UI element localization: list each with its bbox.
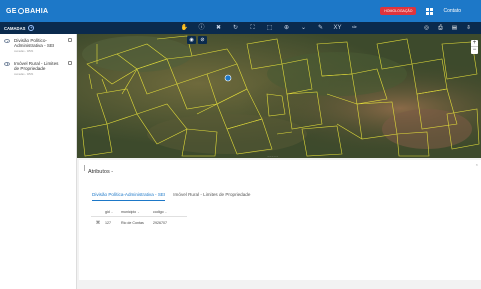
panel-title: Atributos - xyxy=(88,169,114,175)
layer-subtitle: camadas - WMS xyxy=(14,73,34,77)
layer-title: Imóvel Rural - Limites de Propriedade xyxy=(14,60,59,71)
attributes-card: × Atributos - Divisão Política-Administr… xyxy=(79,160,481,280)
layers-sidebar: Divisão Político-Administrativa - SEI ca… xyxy=(0,34,77,289)
refresh-icon[interactable]: ↻ xyxy=(231,22,240,34)
brand-text-right: BAHIA xyxy=(24,7,49,15)
tab-imovel-rural[interactable]: Imóvel Rural - Limites de Propriedade xyxy=(173,190,250,201)
attributes-panel: × Atributos - Divisão Política-Administr… xyxy=(77,158,481,289)
xy-icon[interactable]: XY xyxy=(333,22,342,34)
zoom-out-button[interactable]: − xyxy=(471,47,478,54)
add-layer-icon[interactable]: + xyxy=(28,25,35,31)
map-mode-button-2[interactable]: ⊘ xyxy=(198,36,207,44)
contact-link[interactable]: Contato xyxy=(443,8,461,14)
measure-icon[interactable]: ✎ xyxy=(316,22,325,34)
layer-options-icon[interactable] xyxy=(68,38,72,42)
cell-gid: 127 xyxy=(105,221,111,225)
layers-icon[interactable]: ◎ xyxy=(422,22,431,34)
satellite-imagery xyxy=(77,34,481,158)
apps-grid-icon[interactable] xyxy=(426,7,434,15)
visibility-eye-icon[interactable] xyxy=(4,39,10,43)
map-mode-button-1[interactable]: ◉ xyxy=(187,36,196,44)
layer-item-sei[interactable]: Divisão Político-Administrativa - SEI ca… xyxy=(0,34,76,57)
globe-icon xyxy=(17,8,24,14)
cell-municipio: Rio de Contas xyxy=(121,221,144,225)
map-toolbar: CAMADAS + ✋ ⓘ ✖ ↻ ⛶ ⬚ ⊕ ⌄ ✎ XY ✑ ◎ ⎙ ▤ ⇩ xyxy=(0,22,481,34)
environment-badge: Homologação xyxy=(380,7,417,15)
sort-icon[interactable]: ⌄ xyxy=(165,210,168,214)
hand-icon[interactable]: ✋ xyxy=(180,22,189,34)
document-icon[interactable]: ▤ xyxy=(450,22,459,34)
info-icon[interactable]: ⓘ xyxy=(197,22,206,34)
download-icon[interactable]: ⇩ xyxy=(464,22,473,34)
chevron-down-icon[interactable]: ⌄ xyxy=(299,22,308,34)
resize-handle-icon[interactable] xyxy=(84,165,86,171)
brand-text-left: GE xyxy=(6,7,17,15)
layers-title: CAMADAS xyxy=(4,25,26,31)
column-header-gid[interactable]: gid⌄ xyxy=(105,210,121,214)
column-header-codigo[interactable]: codigo⌄ xyxy=(153,210,183,214)
layer-item-imovel-rural[interactable]: Imóvel Rural - Limites de Propriedade ca… xyxy=(0,57,76,80)
tools-icon[interactable]: ✖ xyxy=(214,22,223,34)
map-canvas[interactable]: ◉ ⊘ + − ................ xyxy=(77,34,481,158)
layer-title: Divisão Político-Administrativa - SEI xyxy=(14,38,55,49)
extent-icon[interactable]: ⛶ xyxy=(248,22,257,34)
close-icon[interactable]: × xyxy=(476,162,478,167)
brand-logo[interactable]: GE BAHIA xyxy=(6,8,48,15)
column-header-municipio[interactable]: municipio⌄ xyxy=(121,210,153,214)
app-header: GE BAHIA Homologação Contato xyxy=(0,0,481,22)
attribute-tabs: Divisão Política-Administrativa - SEI Im… xyxy=(92,190,250,201)
map-tools-right: ◎ ⎙ ▤ ⇩ xyxy=(422,22,473,34)
layer-options-icon[interactable] xyxy=(68,60,72,65)
select-icon[interactable]: ⬚ xyxy=(265,22,274,34)
sort-icon[interactable]: ⌄ xyxy=(137,210,140,214)
layers-header: CAMADAS + xyxy=(4,25,35,31)
zoom-control: + − xyxy=(471,40,478,54)
attribute-table: gid⌄ municipio⌄ codigo⌄ ⌘ 127 Rio de Con… xyxy=(91,208,187,229)
zoom-to-feature-icon[interactable]: ⌘ xyxy=(91,220,105,226)
zoom-in-button[interactable]: + xyxy=(471,40,478,47)
print-icon[interactable]: ⎙ xyxy=(436,22,445,34)
visibility-eye-icon[interactable] xyxy=(4,61,10,66)
table-header: gid⌄ municipio⌄ codigo⌄ xyxy=(91,208,187,217)
map-tools: ✋ ⓘ ✖ ↻ ⛶ ⬚ ⊕ ⌄ ✎ XY ✑ xyxy=(180,22,359,34)
tab-divisao-politica[interactable]: Divisão Política-Administrativa - SEI xyxy=(92,190,166,201)
draw-icon[interactable]: ✑ xyxy=(350,22,359,34)
layer-subtitle: camadas - WMS xyxy=(14,50,34,54)
zoom-icon[interactable]: ⊕ xyxy=(282,22,291,34)
table-row[interactable]: ⌘ 127 Rio de Contas 2926707 xyxy=(91,217,187,229)
map-mode-buttons: ◉ ⊘ xyxy=(187,36,207,44)
cell-codigo: 2926707 xyxy=(153,221,167,225)
sort-icon[interactable]: ⌄ xyxy=(111,210,114,214)
